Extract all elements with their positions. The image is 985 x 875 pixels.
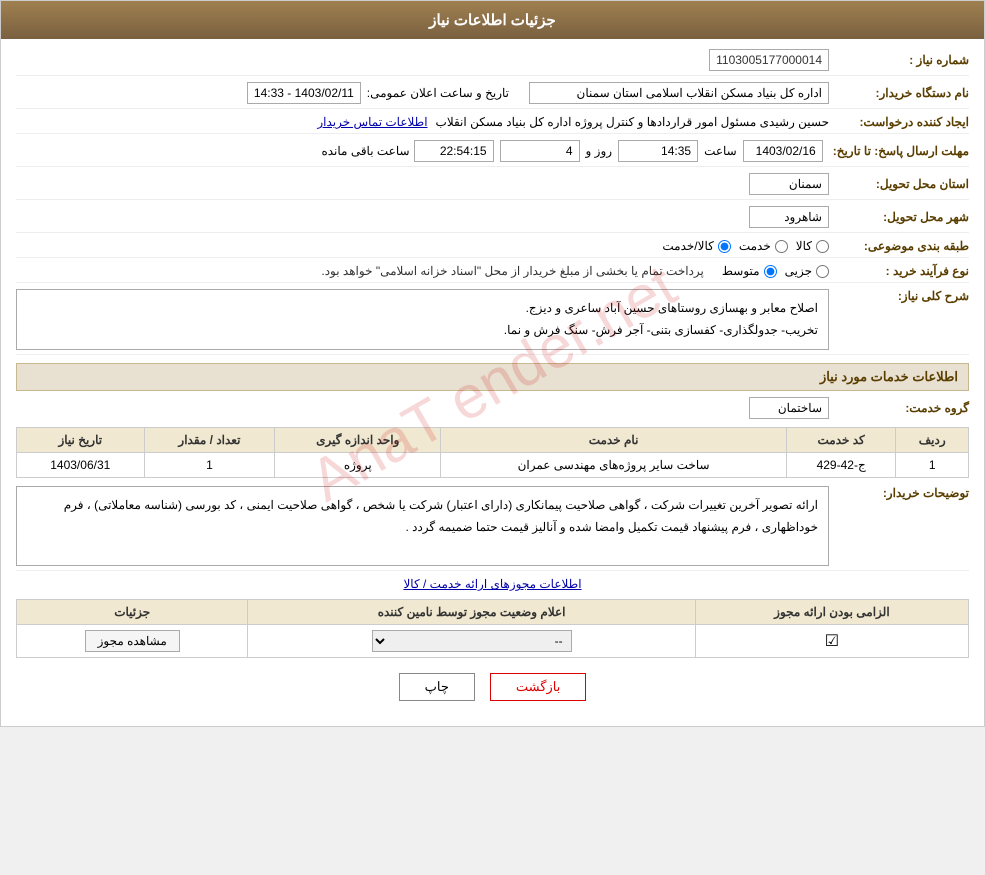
cell-required: ☑ xyxy=(695,625,968,658)
col-date: تاریخ نیاز xyxy=(17,428,145,453)
license-link[interactable]: اطلاعات مجوزهای ارائه خدمت / کالا xyxy=(16,577,969,591)
table-row: 1 ج-42-429 ساخت سایر پروژه‌های مهندسی عم… xyxy=(17,453,969,478)
cell-service-code: ج-42-429 xyxy=(786,453,895,478)
category-khadamat-label: خدمت xyxy=(739,239,771,253)
cell-service-name: ساخت سایر پروژه‌های مهندسی عمران xyxy=(441,453,787,478)
buttons-row: بازگشت چاپ xyxy=(16,673,969,701)
buyer-org-label: نام دستگاه خریدار: xyxy=(829,86,969,100)
category-kala-khadamat-label: کالا/خدمت xyxy=(662,239,713,253)
contact-link[interactable]: اطلاعات تماس خریدار xyxy=(317,115,427,129)
deadline-time-label: ساعت xyxy=(704,144,737,158)
services-table: ردیف کد خدمت نام خدمت واحد اندازه گیری ت… xyxy=(16,427,969,478)
category-kala-khadamat-radio[interactable] xyxy=(718,240,731,253)
process-jozii-label: جزیی xyxy=(785,264,812,278)
category-label: طبقه بندی موضوعی: xyxy=(829,239,969,253)
buyer-notes-text: ارائه تصویر آخرین تغییرات شرکت ، گواهی ص… xyxy=(64,498,818,534)
city-label: شهر محل تحویل: xyxy=(829,210,969,224)
cell-count: 1 xyxy=(144,453,275,478)
city-row: شهر محل تحویل: شاهرود xyxy=(16,206,969,233)
description-box: اصلاح معابر و بهسازی روستاهای حسین آباد … xyxy=(16,289,829,350)
back-button[interactable]: بازگشت xyxy=(490,673,586,701)
services-header: اطلاعات خدمات مورد نیاز xyxy=(16,363,969,391)
cell-status: -- xyxy=(248,625,695,658)
creator-row: ایجاد کننده درخواست: حسین رشیدی مسئول ام… xyxy=(16,115,969,134)
description-row: شرح کلی نیاز: اصلاح معابر و بهسازی روستا… xyxy=(16,289,969,355)
buyer-notes-label: توضیحات خریدار: xyxy=(829,486,969,500)
category-khadamat-radio[interactable] xyxy=(775,240,788,253)
deadline-days: 4 xyxy=(500,140,580,162)
service-group-value: ساختمان xyxy=(749,397,829,419)
print-button[interactable]: چاپ xyxy=(399,673,475,701)
service-group-row: گروه خدمت: ساختمان xyxy=(16,397,969,419)
col-details: جزئیات xyxy=(17,600,248,625)
category-kala-label: کالا xyxy=(796,239,812,253)
page-container: جزئیات اطلاعات نیاز AnaT ender.net شماره… xyxy=(0,0,985,727)
process-motavaset-group: متوسط xyxy=(722,264,777,278)
deadline-days-label: روز و xyxy=(586,144,613,158)
creator-value: حسین رشیدی مسئول امور قراردادها و کنترل … xyxy=(436,115,829,129)
buyer-org-row: نام دستگاه خریدار: اداره کل بنیاد مسکن ا… xyxy=(16,82,969,109)
license-table: الزامی بودن ارائه مجوز اعلام وضعیت مجوز … xyxy=(16,599,969,658)
description-header-label: شرح کلی نیاز: xyxy=(829,289,969,303)
province-row: استان محل تحویل: سمنان xyxy=(16,173,969,200)
page-header: جزئیات اطلاعات نیاز xyxy=(1,1,984,39)
cell-row-num: 1 xyxy=(896,453,969,478)
province-value: سمنان xyxy=(749,173,829,195)
deadline-remaining: 22:54:15 xyxy=(414,140,494,162)
process-motavaset-radio[interactable] xyxy=(764,265,777,278)
cell-details: مشاهده مجوز xyxy=(17,625,248,658)
col-status: اعلام وضعیت مجوز توسط نامین کننده xyxy=(248,600,695,625)
category-khadamat-group: خدمت xyxy=(739,239,788,253)
view-license-button[interactable]: مشاهده مجوز xyxy=(85,630,180,652)
category-kala-radio[interactable] xyxy=(816,240,829,253)
col-required: الزامی بودن ارائه مجوز xyxy=(695,600,968,625)
request-number-label: شماره نیاز : xyxy=(829,53,969,67)
category-kala-group: کالا xyxy=(796,239,829,253)
content-area: AnaT ender.net شماره نیاز : 110300517700… xyxy=(1,39,984,726)
category-kala-khadamat-group: کالا/خدمت xyxy=(662,239,730,253)
category-row: طبقه بندی موضوعی: کالا خدمت کالا/خدمت xyxy=(16,239,969,258)
process-jozii-radio[interactable] xyxy=(816,265,829,278)
buyer-notes-row: توضیحات خریدار: ارائه تصویر آخرین تغییرا… xyxy=(16,486,969,571)
announce-value: 1403/02/11 - 14:33 xyxy=(247,82,361,104)
col-service-name: نام خدمت xyxy=(441,428,787,453)
col-row-num: ردیف xyxy=(896,428,969,453)
buyer-notes-box: ارائه تصویر آخرین تغییرات شرکت ، گواهی ص… xyxy=(16,486,829,566)
cell-unit: پروژه xyxy=(275,453,441,478)
deadline-row: مهلت ارسال پاسخ: تا تاریخ: 1403/02/16 سا… xyxy=(16,140,969,167)
process-motavaset-label: متوسط xyxy=(722,264,760,278)
process-jozii-group: جزیی xyxy=(785,264,829,278)
request-number-value: 1103005177000014 xyxy=(709,49,829,71)
status-dropdown[interactable]: -- xyxy=(372,630,572,652)
remaining-label: ساعت باقی مانده xyxy=(321,144,409,158)
col-count: تعداد / مقدار xyxy=(144,428,275,453)
description-line2: تخریب- جدولگذاری- کفسازی بتنی- آجر فرش- … xyxy=(27,320,818,342)
process-note: پرداخت تمام یا بخشی از مبلغ خریدار از مح… xyxy=(321,264,704,278)
announce-label: تاریخ و ساعت اعلان عمومی: xyxy=(367,86,509,100)
cell-date: 1403/06/31 xyxy=(17,453,145,478)
deadline-label: مهلت ارسال پاسخ: تا تاریخ: xyxy=(823,144,969,158)
required-checkbox: ☑ xyxy=(825,633,839,650)
process-label: نوع فرآیند خرید : xyxy=(829,264,969,278)
col-service-code: کد خدمت xyxy=(786,428,895,453)
process-row: نوع فرآیند خرید : جزیی متوسط پرداخت تمام… xyxy=(16,264,969,283)
description-line1: اصلاح معابر و بهسازی روستاهای حسین آباد … xyxy=(27,298,818,320)
deadline-date: 1403/02/16 xyxy=(743,140,823,162)
list-item: ☑ -- مشاهده مجوز xyxy=(17,625,969,658)
col-unit: واحد اندازه گیری xyxy=(275,428,441,453)
creator-label: ایجاد کننده درخواست: xyxy=(829,115,969,129)
page-title: جزئیات اطلاعات نیاز xyxy=(429,12,556,29)
city-value: شاهرود xyxy=(749,206,829,228)
deadline-time: 14:35 xyxy=(618,140,698,162)
request-number-row: شماره نیاز : 1103005177000014 xyxy=(16,49,969,76)
province-label: استان محل تحویل: xyxy=(829,177,969,191)
service-group-label: گروه خدمت: xyxy=(829,401,969,415)
buyer-org-value: اداره کل بنیاد مسکن انقلاب اسلامی استان … xyxy=(529,82,829,104)
